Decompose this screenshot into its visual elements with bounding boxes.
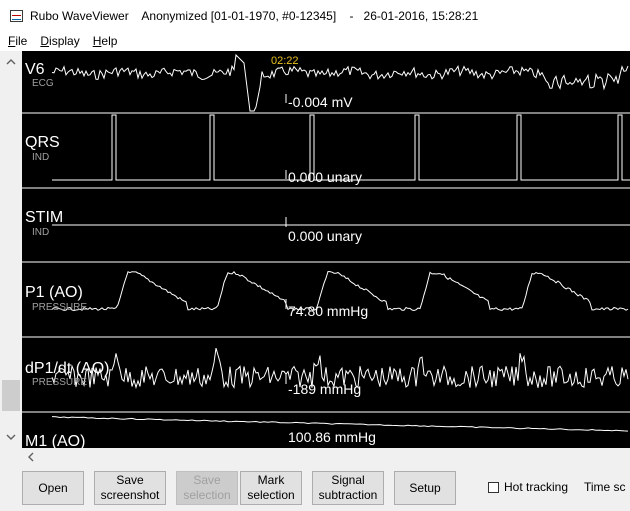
bottom-toolbar: Open Save screenshot Save selection Mark…	[0, 465, 630, 511]
save-selection-button[interactable]: Save selection	[176, 471, 238, 505]
channel-value-qrs: 0.000 unary	[288, 169, 362, 185]
chevron-up-icon[interactable]	[0, 53, 22, 71]
channel-type-v6: ECG	[32, 78, 54, 89]
channel-value-v6: -0.004 mV	[288, 94, 353, 110]
chevron-left-icon[interactable]	[24, 448, 38, 465]
waveform-canvas[interactable]: 02:22 V6 ECG -0.004 mV QRS IND 0.000 una…	[22, 51, 630, 448]
menu-file-label: ile	[15, 34, 28, 48]
channel-name-m1: M1 (AO)	[25, 433, 85, 448]
vertical-scrollbar[interactable]	[0, 51, 22, 448]
save-selection-label: Save selection	[183, 473, 231, 502]
open-button[interactable]: Open	[22, 471, 84, 505]
hot-tracking-checkbox[interactable]	[488, 481, 499, 493]
menu-display-mnemonic: D	[40, 34, 50, 48]
waveform-plot[interactable]: 02:22 V6 ECG -0.004 mV QRS IND 0.000 una…	[22, 51, 630, 448]
channel-name-dpdt: dP1/dt (AO)	[25, 360, 109, 377]
channel-value-stim: 0.000 unary	[288, 228, 362, 244]
signal-subtraction-button[interactable]: Signal subtraction	[312, 471, 384, 505]
setup-button[interactable]: Setup	[394, 471, 456, 505]
save-screenshot-button[interactable]: Save screenshot	[94, 471, 166, 505]
cursor-time: 02:22	[271, 55, 299, 67]
window-title: Rubo WaveViewer Anonymized [01-01-1970, …	[30, 8, 479, 23]
title-bar: Rubo WaveViewer Anonymized [01-01-1970, …	[0, 0, 630, 31]
channel-type-qrs: IND	[32, 152, 49, 163]
channel-name-v6: V6	[25, 61, 45, 78]
menu-display-label: isplay	[49, 34, 80, 48]
open-button-label: Open	[38, 480, 68, 495]
time-scale-label: Time sc	[584, 480, 626, 494]
channel-name-p1: P1 (AO)	[25, 284, 83, 301]
mark-selection-label: Mark selection	[247, 473, 295, 502]
channel-type-p1: PRESSURE	[32, 302, 87, 313]
menu-file[interactable]: File	[8, 34, 27, 48]
menu-bar: File Display Help	[0, 31, 630, 51]
menu-help[interactable]: Help	[93, 34, 118, 48]
menu-display[interactable]: Display	[40, 34, 79, 48]
menu-help-label: elp	[101, 34, 118, 48]
chevron-down-icon[interactable]	[0, 428, 22, 446]
channel-name-qrs: QRS	[25, 134, 60, 151]
channel-type-dpdt: PRESSURE	[32, 377, 87, 388]
channel-name-stim: STIM	[25, 209, 63, 226]
setup-button-label: Setup	[409, 480, 441, 495]
channel-value-p1: 74.80 mmHg	[288, 303, 368, 319]
signal-subtraction-label: Signal subtraction	[318, 473, 378, 502]
vertical-scroll-thumb[interactable]	[2, 380, 20, 411]
hot-tracking-toggle[interactable]: Hot tracking	[488, 480, 568, 494]
channel-value-dpdt: -189 mmHg	[288, 381, 361, 397]
channel-type-stim: IND	[32, 227, 49, 238]
waveviewer-icon	[10, 9, 23, 22]
save-screenshot-label: Save screenshot	[100, 473, 160, 502]
horizontal-scrollbar[interactable]	[22, 448, 630, 465]
mark-selection-button[interactable]: Mark selection	[240, 471, 302, 505]
hot-tracking-label: Hot tracking	[504, 480, 569, 494]
channel-value-m1: 100.86 mmHg	[288, 429, 376, 445]
